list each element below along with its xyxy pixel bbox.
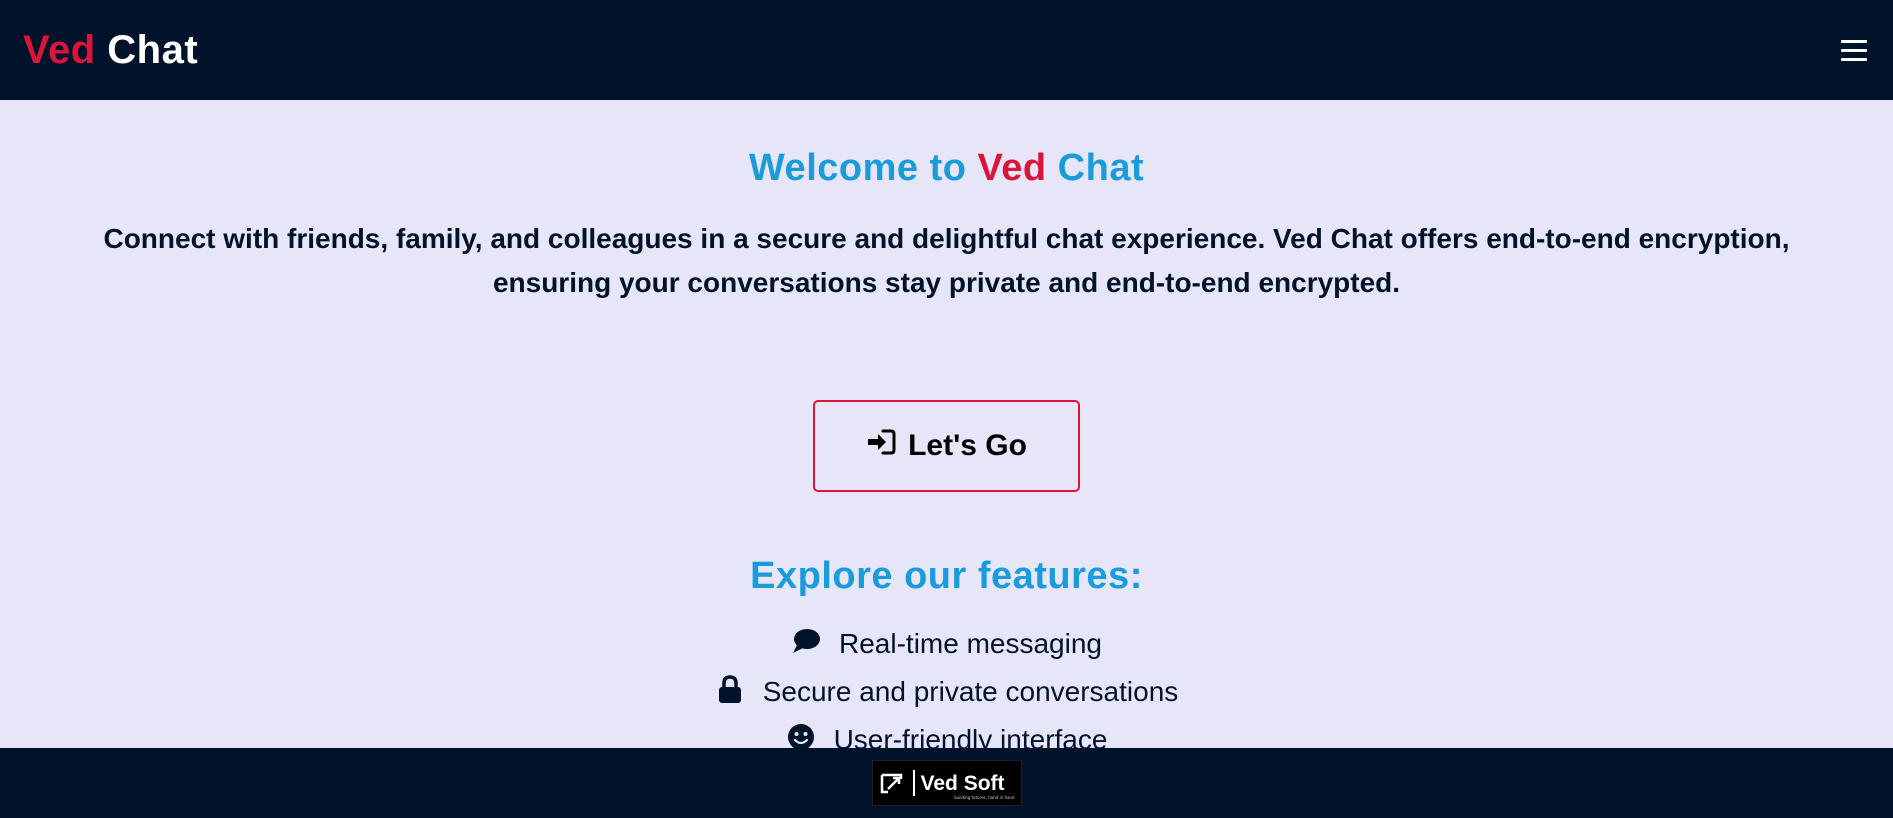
logo-divider (912, 770, 915, 796)
list-item: User-friendly interface (0, 716, 1893, 748)
logo-tagline: building futures, hand in hand (954, 795, 1015, 800)
list-item: Real-time messaging (0, 620, 1893, 668)
features-heading: Explore our features: (750, 555, 1143, 597)
smiley-icon (786, 722, 816, 748)
lock-icon (715, 674, 745, 711)
welcome-suffix: Chat (1057, 147, 1145, 189)
chat-bubble-icon (791, 626, 821, 663)
list-item: Secure and private conversations (0, 668, 1893, 716)
feature-label: Secure and private conversations (762, 676, 1179, 707)
hamburger-menu-icon[interactable] (1839, 36, 1871, 64)
brand-logo[interactable]: Ved Chat (23, 28, 198, 73)
welcome-prefix: Welcome to (748, 147, 967, 189)
sign-in-icon (866, 428, 896, 464)
logo-text: Ved Soft (920, 771, 1005, 795)
features-list: Real-time messaging Secure and private c… (0, 620, 1893, 748)
ved-soft-mark-icon (879, 767, 907, 800)
main-content: Welcome to Ved Chat Connect with friends… (0, 100, 1893, 748)
intro-text: Connect with friends, family, and collea… (103, 223, 1790, 298)
welcome-heading: Welcome to Ved Chat (0, 147, 1893, 190)
lets-go-label: Let's Go (908, 429, 1027, 462)
brand-word-ved: Ved (23, 27, 96, 72)
feature-label: Real-time messaging (839, 628, 1102, 659)
footer: Ved Soft building futures, hand in hand (0, 748, 1893, 818)
top-navbar: Ved Chat (0, 0, 1893, 100)
feature-label: User-friendly interface (833, 724, 1108, 748)
welcome-accent: Ved (977, 147, 1047, 189)
ved-soft-logo[interactable]: Ved Soft building futures, hand in hand (871, 760, 1022, 806)
lets-go-button[interactable]: Let's Go (813, 400, 1080, 492)
brand-word-chat: Chat (107, 27, 199, 72)
